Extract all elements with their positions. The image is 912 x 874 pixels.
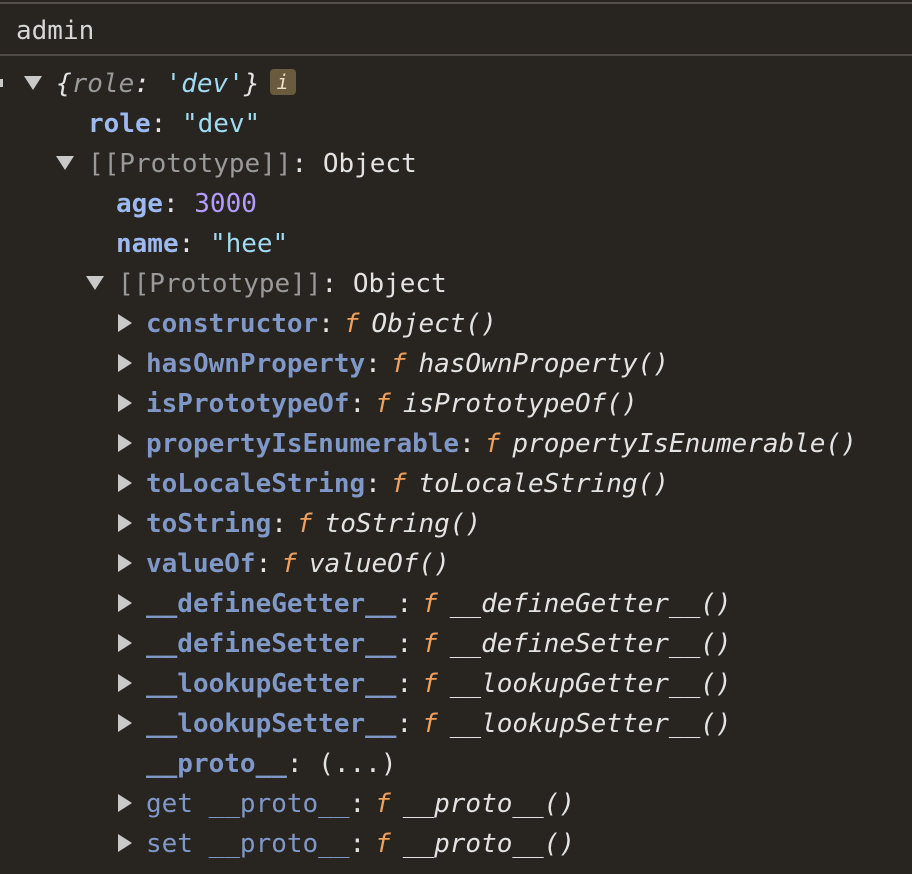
proto-accessor-row[interactable]: __proto__: (...): [146, 744, 396, 784]
prototype-type: Object: [352, 269, 447, 299]
function-icon: f: [484, 429, 501, 459]
log-message: admin: [16, 16, 95, 46]
prototype-type: Object: [322, 149, 417, 179]
function-icon: f: [422, 709, 438, 739]
prototype-label: [[Prototype]]: [118, 269, 322, 299]
property-key: name: [116, 229, 179, 259]
prototype-label: [[Prototype]]: [88, 149, 292, 179]
property-row-age: age: 3000: [116, 189, 257, 219]
expand-triangle-right-icon[interactable]: [118, 433, 132, 452]
prototype-row-level-1[interactable]: [[Prototype]]: Object: [56, 144, 417, 184]
method-row[interactable]: __defineGetter__: f __defineGetter__(): [118, 584, 732, 624]
expand-triangle-right-icon[interactable]: [118, 553, 132, 572]
prototype-row-level-2[interactable]: [[Prototype]]: Object: [86, 264, 447, 304]
property-value: 3000: [194, 189, 257, 219]
expand-triangle-down-icon[interactable]: [86, 275, 104, 290]
expand-triangle-right-icon[interactable]: [118, 393, 132, 412]
expand-triangle-right-icon[interactable]: [118, 673, 132, 692]
method-row[interactable]: toString: f toString(): [118, 504, 481, 544]
function-icon: f: [375, 789, 391, 819]
root-object-row[interactable]: {role: 'dev'} i: [24, 64, 296, 104]
function-icon: f: [375, 829, 391, 859]
function-icon: f: [422, 629, 438, 659]
method-row[interactable]: __lookupSetter__: f __lookupSetter__(): [118, 704, 732, 744]
property-key: role: [88, 109, 151, 139]
property-row-role: role: "dev": [88, 109, 261, 139]
expand-triangle-right-icon[interactable]: [118, 713, 132, 732]
method-row[interactable]: toLocaleString: f toLocaleString(): [118, 464, 669, 504]
expand-triangle-right-icon[interactable]: [118, 513, 132, 532]
function-icon: f: [390, 469, 407, 499]
expand-triangle-down-icon[interactable]: [24, 75, 42, 90]
property-key: __proto__: [146, 749, 287, 779]
method-row[interactable]: isPrototypeOf: f isPrototypeOf(): [118, 384, 638, 424]
function-icon: f: [422, 589, 438, 619]
method-row[interactable]: constructor: f Object(): [118, 304, 497, 344]
method-row[interactable]: __defineSetter__: f __defineSetter__(): [118, 624, 732, 664]
function-icon: f: [390, 349, 407, 379]
expand-triangle-right-icon[interactable]: [118, 313, 132, 332]
method-row[interactable]: valueOf: f valueOf(): [118, 544, 450, 584]
expand-triangle-right-icon[interactable]: [118, 633, 132, 652]
info-icon[interactable]: i: [269, 68, 296, 95]
property-value: "hee": [209, 229, 289, 259]
console-gutter-marker: [0, 79, 3, 87]
property-key: age: [116, 189, 163, 219]
expand-triangle-right-icon[interactable]: [118, 353, 132, 372]
lazy-value[interactable]: (...): [318, 749, 396, 779]
expand-triangle-right-icon[interactable]: [118, 793, 132, 812]
preview-value: 'dev': [165, 69, 244, 99]
method-row[interactable]: hasOwnProperty: f hasOwnProperty(): [118, 344, 669, 384]
method-row[interactable]: propertyIsEnumerable: f propertyIsEnumerab…: [118, 424, 857, 464]
expand-triangle-right-icon[interactable]: [118, 833, 132, 852]
property-row-name: name: "hee": [116, 229, 289, 259]
function-icon: f: [375, 389, 391, 419]
function-icon: f: [281, 549, 297, 579]
setter-row[interactable]: set __proto__: f __proto__(): [118, 824, 575, 864]
method-row[interactable]: __lookupGetter__: f __lookupGetter__(): [118, 664, 732, 704]
function-icon: f: [296, 509, 313, 539]
preview-key: role: [71, 69, 135, 99]
expand-triangle-right-icon[interactable]: [118, 473, 132, 492]
expand-triangle-down-icon[interactable]: [56, 155, 74, 170]
function-icon: f: [343, 309, 360, 339]
expand-triangle-right-icon[interactable]: [118, 593, 132, 612]
getter-row[interactable]: get __proto__: f __proto__(): [118, 784, 575, 824]
console-log-row: admin: [0, 4, 912, 56]
property-value: "dev": [181, 109, 261, 139]
function-icon: f: [422, 669, 438, 699]
